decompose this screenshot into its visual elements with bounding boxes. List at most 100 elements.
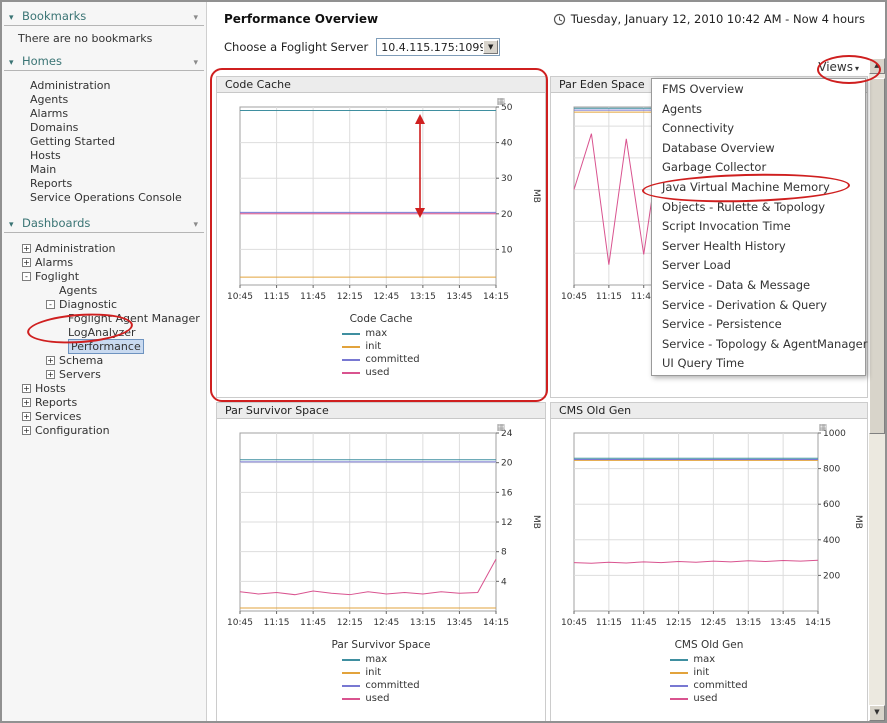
vertical-scrollbar[interactable]: ▲ ▼ [869, 58, 885, 721]
section-collapse-icon[interactable]: ▾ [193, 10, 198, 26]
views-menu-item-objects-rulette-topology[interactable]: Objects - Rulette & Topology [652, 198, 865, 218]
chart-legend-title: CMS Old Gen [551, 639, 867, 651]
svg-text:11:15: 11:15 [264, 618, 290, 628]
scrollbar-thumb[interactable] [869, 78, 885, 434]
tree-expand-icon[interactable]: + [22, 244, 31, 253]
sidebar-section-homes[interactable]: ▾ Homes ▾ [4, 53, 204, 71]
chart-panel-par-survivor-space: Par Survivor Space ▦ 481216202410:4511:1… [216, 402, 546, 723]
views-menu-item-service-topology-agentmanager[interactable]: Service - Topology & AgentManager [652, 335, 865, 355]
sidebar-item-administration[interactable]: Administration [2, 79, 206, 93]
svg-text:11:45: 11:45 [300, 292, 326, 302]
tree-collapse-icon[interactable]: - [46, 300, 55, 309]
tree-item-schema[interactable]: + Schema [2, 353, 206, 367]
tree-label[interactable]: Administration [35, 242, 116, 255]
time-range-control[interactable]: Tuesday, January 12, 2010 10:42 AM - Now… [553, 12, 865, 26]
dropdown-arrow-icon[interactable]: ▼ [483, 40, 498, 54]
tree-item-diagnostic[interactable]: -Diagnostic [2, 297, 206, 311]
sidebar-item-reports[interactable]: Reports [2, 177, 206, 191]
sidebar-item-agents[interactable]: Agents [2, 93, 206, 107]
views-menu-item-java-virtual-machine-memory[interactable]: Java Virtual Machine Memory [652, 178, 865, 198]
views-menu-item-script-invocation-time[interactable]: Script Invocation Time [652, 217, 865, 237]
tree-item-services[interactable]: + Services [2, 409, 206, 423]
sidebar-item-main[interactable]: Main [2, 163, 206, 177]
par-survivor-space-chart: 481216202410:4511:1511:4512:1512:4513:15… [220, 421, 542, 637]
chart-panel-title: CMS Old Gen [551, 403, 867, 419]
tree-item-alarms[interactable]: + Alarms [2, 255, 206, 269]
svg-text:MB: MB [853, 515, 863, 529]
sidebar-section-dashboards[interactable]: ▾ Dashboards ▾ [4, 215, 204, 233]
section-collapse-icon[interactable]: ▾ [193, 55, 198, 71]
tree-expand-icon[interactable]: + [22, 258, 31, 267]
tree-item-foglight[interactable]: -Foglight [2, 269, 206, 283]
tree-label[interactable]: Services [35, 410, 81, 423]
tree-label[interactable]: Schema [59, 354, 103, 367]
views-menu-item-service-derivation-query[interactable]: Service - Derivation & Query [652, 296, 865, 316]
tree-expand-icon[interactable]: + [22, 426, 31, 435]
tree-item-hosts[interactable]: + Hosts [2, 381, 206, 395]
tree-expand-icon[interactable]: + [22, 412, 31, 421]
tree-item-administration[interactable]: + Administration [2, 241, 206, 255]
legend-label: max [693, 654, 715, 665]
tree-label[interactable]: Configuration [35, 424, 110, 437]
tree-label[interactable]: Agents [59, 284, 97, 297]
sidebar-section-bookmarks[interactable]: ▾ Bookmarks ▾ [4, 8, 204, 26]
chart-options-grid-icon[interactable]: ▦ [496, 97, 505, 107]
views-menu: FMS OverviewAgentsConnectivityDatabase O… [651, 78, 866, 376]
legend-swatch-icon [342, 698, 360, 700]
svg-text:12:15: 12:15 [666, 618, 692, 628]
tree-item-reports[interactable]: + Reports [2, 395, 206, 409]
section-title-dashboards: Dashboards [22, 216, 90, 230]
views-menu-item-service-data-message[interactable]: Service - Data & Message [652, 276, 865, 296]
svg-text:MB: MB [531, 189, 541, 203]
sidebar-item-getting-started[interactable]: Getting Started [2, 135, 206, 149]
sidebar: ▾ Bookmarks ▾ There are no bookmarks ▾ H… [2, 2, 207, 721]
views-menu-item-server-load[interactable]: Server Load [652, 256, 865, 276]
chart-panel-cms-old-gen: CMS Old Gen ▦ 200400600800100010:4511:15… [550, 402, 868, 723]
section-collapse-icon[interactable]: ▾ [193, 217, 198, 233]
views-menu-item-connectivity[interactable]: Connectivity [652, 119, 865, 139]
views-menu-item-service-persistence[interactable]: Service - Persistence [652, 315, 865, 335]
tree-expand-icon[interactable]: + [22, 384, 31, 393]
views-menu-item-fms-overview[interactable]: FMS Overview [652, 80, 865, 100]
tree-item-agents[interactable]: Agents [2, 283, 206, 297]
chart-legend-rows: maxinitcommittedused [342, 327, 419, 379]
tree-label[interactable]: Performance [68, 339, 144, 354]
tree-label[interactable]: LogAnalyzer [68, 326, 136, 339]
tree-label[interactable]: Alarms [35, 256, 73, 269]
tree-expand-icon[interactable]: + [22, 398, 31, 407]
tree-item-configuration[interactable]: + Configuration [2, 423, 206, 437]
sidebar-item-hosts[interactable]: Hosts [2, 149, 206, 163]
legend-swatch-icon [342, 685, 360, 687]
views-menu-item-agents[interactable]: Agents [652, 100, 865, 120]
tree-expand-icon[interactable]: + [46, 356, 55, 365]
sidebar-item-service-operations-console[interactable]: Service Operations Console [2, 191, 206, 205]
views-menu-item-ui-query-time[interactable]: UI Query Time [652, 354, 865, 374]
code-cache-chart: 102030405010:4511:1511:4512:1512:4513:15… [220, 95, 542, 311]
sidebar-item-domains[interactable]: Domains [2, 121, 206, 135]
dashboards-tree: +Administration+Alarms-FoglightAgents-Di… [2, 241, 206, 437]
tree-label[interactable]: Foglight Agent Manager [68, 312, 200, 325]
tree-item-foglight-agent-manager[interactable]: Foglight Agent Manager [2, 311, 206, 325]
views-menu-item-server-health-history[interactable]: Server Health History [652, 237, 865, 257]
tree-collapse-icon[interactable]: - [22, 272, 31, 281]
legend-item-used: used [342, 366, 419, 379]
legend-label: max [365, 328, 387, 339]
tree-item-performance[interactable]: Performance [2, 339, 206, 353]
tree-label[interactable]: Diagnostic [59, 298, 117, 311]
tree-label[interactable]: Foglight [35, 270, 79, 283]
chart-options-grid-icon[interactable]: ▦ [818, 423, 827, 433]
server-select[interactable]: 10.4.115.175:1099 ▼ [376, 38, 500, 56]
views-menu-item-garbage-collector[interactable]: Garbage Collector [652, 158, 865, 178]
views-menu-item-database-overview[interactable]: Database Overview [652, 139, 865, 159]
tree-label[interactable]: Servers [59, 368, 101, 381]
tree-label[interactable]: Hosts [35, 382, 66, 395]
views-button[interactable]: Views▾ [818, 60, 859, 74]
tree-item-loganalyzer[interactable]: LogAnalyzer [2, 325, 206, 339]
tree-item-servers[interactable]: + Servers [2, 367, 206, 381]
sidebar-item-alarms[interactable]: Alarms [2, 107, 206, 121]
scroll-down-icon[interactable]: ▼ [869, 705, 885, 721]
tree-label[interactable]: Reports [35, 396, 77, 409]
chart-options-grid-icon[interactable]: ▦ [496, 423, 505, 433]
scroll-up-icon[interactable]: ▲ [869, 58, 885, 74]
tree-expand-icon[interactable]: + [46, 370, 55, 379]
